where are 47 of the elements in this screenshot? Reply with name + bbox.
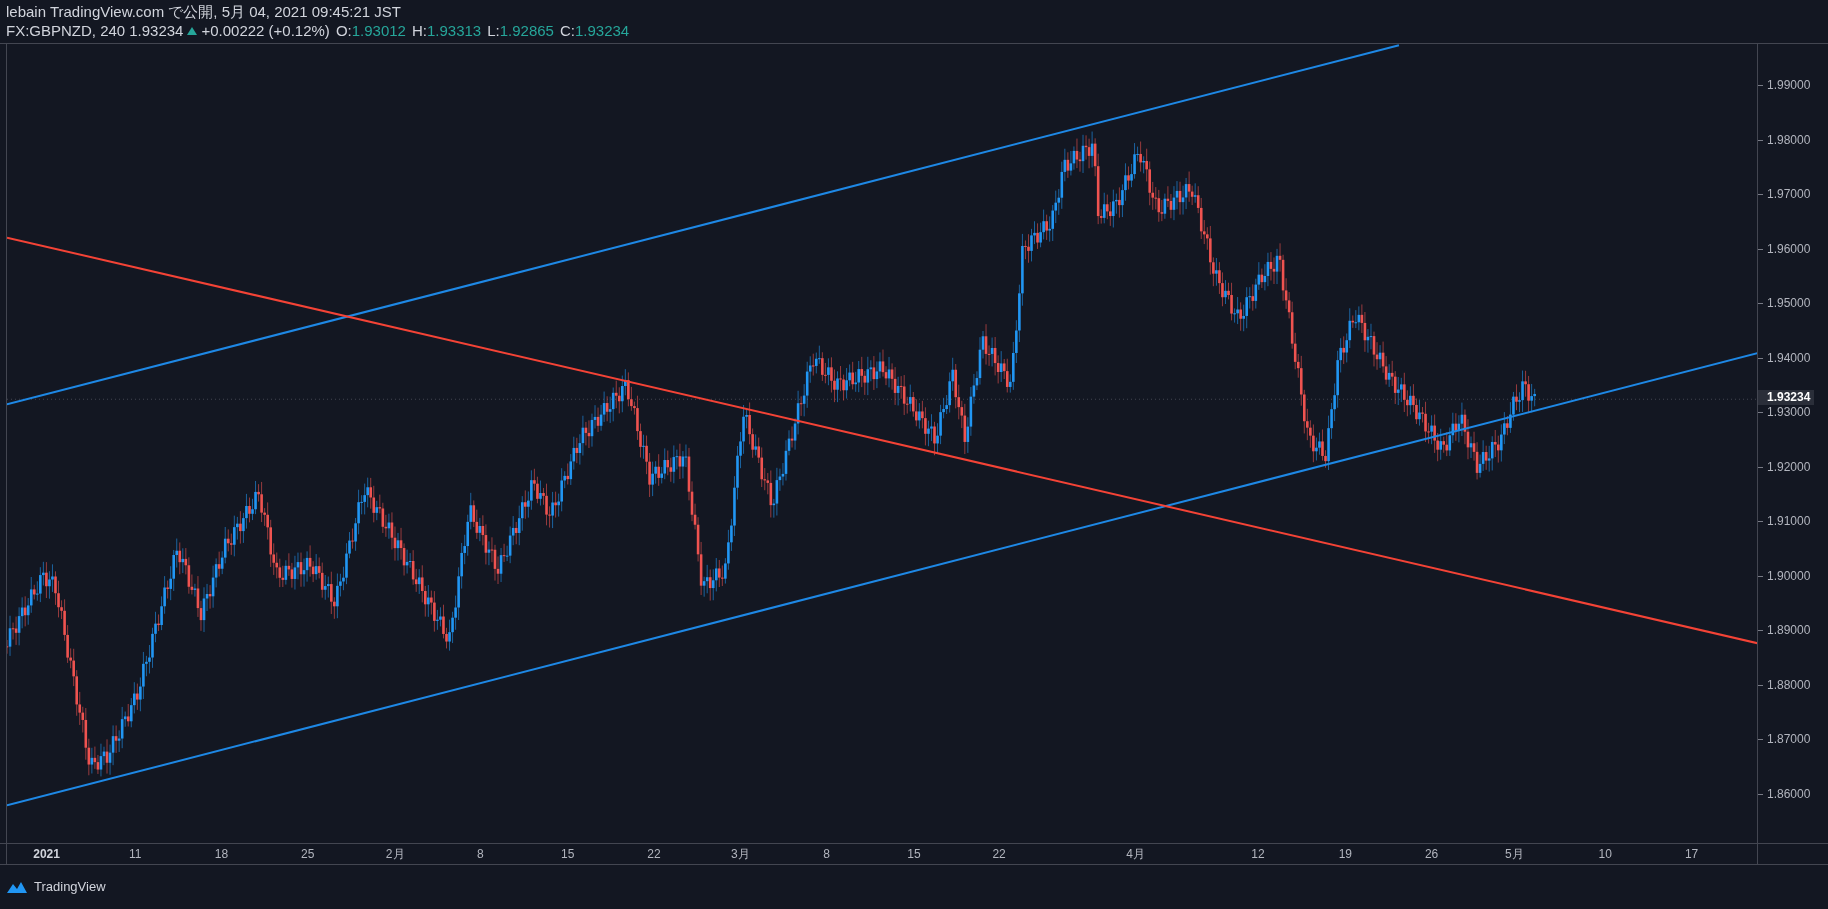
date-label: 22	[992, 847, 1006, 861]
ohlc-label: O:	[335, 21, 352, 40]
date-label: 2月	[385, 847, 405, 861]
price-label: 1.87000	[1767, 732, 1811, 746]
date-label: 15	[907, 847, 921, 861]
date-label: 5月	[1505, 847, 1524, 861]
price-label: 1.91000	[1767, 514, 1811, 528]
ohlc-value: 1.93012	[351, 21, 406, 40]
publish-info: lebain TradingView.com で公開, 5月 04, 2021 09:45:21 JST	[6, 2, 401, 21]
date-label: 15	[561, 847, 575, 861]
ohlc-label: H:	[411, 21, 427, 40]
ohlc-value: 1.93313	[426, 21, 482, 40]
price-label: 1.92000	[1767, 459, 1811, 474]
date-label: 18	[214, 847, 229, 861]
date-label: 10	[1598, 847, 1612, 861]
ohlc-label: L:	[487, 21, 500, 40]
date-label: 2021	[33, 847, 60, 861]
date-label: 22	[647, 847, 661, 861]
date-label: 17	[1684, 847, 1699, 861]
last-price: 1.93234	[129, 21, 184, 40]
price-label: 1.86000	[1767, 786, 1811, 801]
price-label: 1.98000	[1767, 132, 1811, 147]
date-label: 11	[129, 847, 142, 861]
date-label: 3月	[730, 847, 750, 861]
date-label: 12	[1251, 847, 1265, 861]
date-label: 8	[823, 847, 830, 861]
price-label: 1.93000	[1767, 405, 1811, 419]
price-label: 1.89000	[1767, 623, 1811, 637]
price-label: 1.96000	[1767, 241, 1811, 256]
last-price-tag: 1.93234	[1758, 390, 1815, 406]
ohlc-label: C:	[559, 21, 575, 40]
price-label: 1.94000	[1767, 350, 1811, 365]
date-label: 8	[476, 847, 484, 861]
date-label: 26	[1424, 847, 1439, 861]
date-label: 25	[301, 847, 315, 861]
price-label: 1.99000	[1767, 78, 1811, 92]
price-change: +0.00222 (+0.12%)	[201, 21, 330, 40]
date-label: 4月	[1126, 847, 1145, 861]
logo-text: TradingView	[34, 877, 106, 896]
ohlc-value: 1.93234	[574, 21, 630, 40]
price-label: 1.97000	[1767, 187, 1811, 201]
price-label: 1.90000	[1767, 568, 1811, 583]
price-label: 1.95000	[1767, 296, 1811, 310]
ohlc-value: 1.92865	[499, 21, 554, 40]
price-label: 1.88000	[1767, 677, 1811, 692]
symbol-interval: FX:GBPNZD, 240	[6, 21, 126, 40]
date-label: 19	[1338, 847, 1352, 861]
